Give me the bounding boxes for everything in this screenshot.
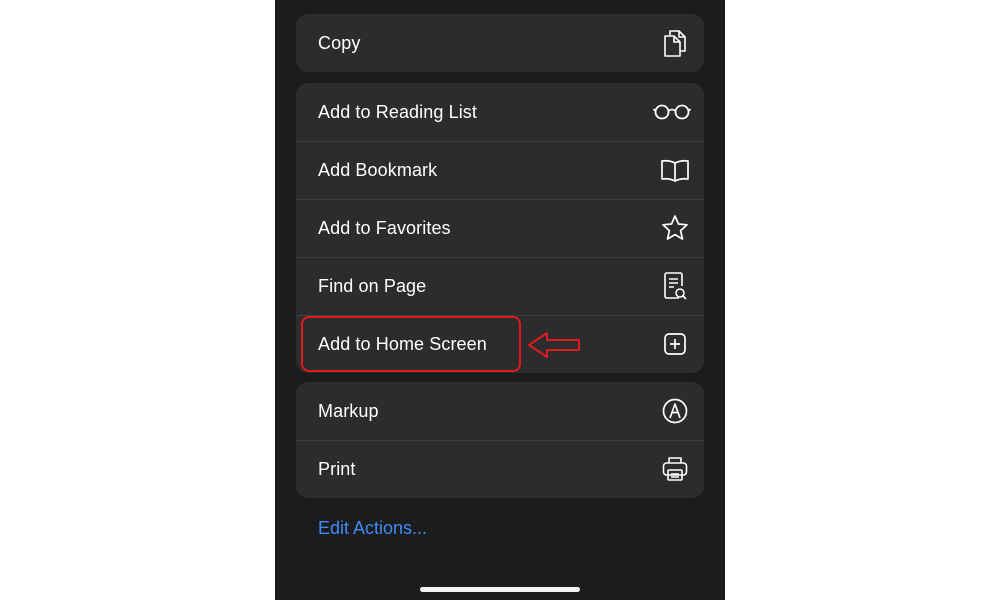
add-bookmark-label: Add Bookmark (318, 159, 438, 180)
markup-pen-icon (660, 396, 690, 426)
annotation-highlight-box (301, 316, 521, 372)
print-action[interactable]: Print (296, 440, 704, 498)
find-on-page-action[interactable]: Find on Page (296, 257, 704, 315)
add-to-favorites-action[interactable]: Add to Favorites (296, 199, 704, 257)
markup-action[interactable]: Markup (296, 382, 704, 440)
glasses-icon (652, 97, 692, 127)
book-icon (660, 155, 690, 185)
share-sheet: Copy Add to Reading List Add Bookmark Ad… (275, 0, 725, 600)
copy-icon (660, 28, 690, 58)
action-group-3: Markup Print (296, 382, 704, 498)
home-indicator (420, 587, 580, 592)
edit-actions-link[interactable]: Edit Actions... (318, 518, 427, 539)
copy-action[interactable]: Copy (296, 14, 704, 72)
printer-icon (660, 454, 690, 484)
action-group-1: Copy (296, 14, 704, 72)
add-to-reading-list-label: Add to Reading List (318, 101, 478, 122)
add-bookmark-action[interactable]: Add Bookmark (296, 141, 704, 199)
annotation-arrow-icon (528, 332, 580, 358)
add-to-favorites-label: Add to Favorites (318, 217, 451, 238)
copy-label: Copy (318, 32, 361, 53)
plus-square-icon (660, 329, 690, 359)
star-icon (660, 213, 690, 243)
find-on-page-label: Find on Page (318, 275, 427, 296)
add-to-reading-list-action[interactable]: Add to Reading List (296, 83, 704, 141)
markup-label: Markup (318, 400, 379, 421)
print-label: Print (318, 458, 356, 479)
find-in-document-icon (660, 271, 690, 301)
